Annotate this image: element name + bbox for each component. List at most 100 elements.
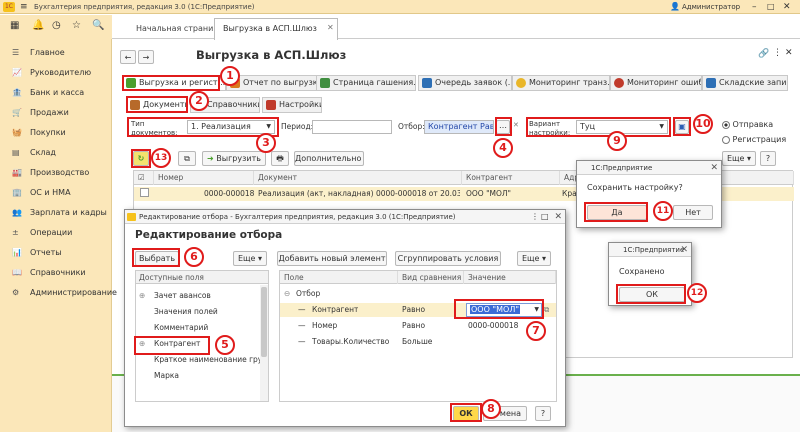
menu-icon[interactable]: ≡	[20, 0, 28, 14]
row-number: 0000-000018	[204, 189, 254, 198]
history-icon[interactable]: ◷	[52, 20, 61, 31]
right-more-button[interactable]: Еще ▾	[517, 251, 551, 266]
sidebar-item-sales[interactable]: 🛒 Продажи	[0, 103, 112, 123]
close-icon[interactable]: ✕	[680, 243, 688, 257]
checkbox-checked-icon[interactable]: —	[298, 303, 306, 317]
field-item-comment[interactable]: Комментарий	[136, 320, 208, 335]
open-icon[interactable]: ⧉	[544, 303, 549, 317]
page-title: Выгрузка в АСП.Шлюз	[196, 48, 347, 62]
radio-reg[interactable]: Регистрация	[722, 135, 786, 144]
row-checkbox[interactable]	[140, 188, 149, 197]
user-name[interactable]: Администратор	[682, 0, 740, 14]
radio-send[interactable]: Отправка	[722, 120, 773, 129]
error-icon	[614, 78, 624, 88]
col-field: Поле	[280, 271, 398, 284]
marker-2: 2	[189, 91, 209, 111]
header-check: ☑	[134, 171, 154, 185]
quick-toolbar: ▦ 🔔 ◷ ☆ 🔍	[0, 15, 112, 39]
factory-icon: 🏭	[12, 168, 22, 177]
subtab-queue[interactable]: Очередь заявок (...	[418, 75, 512, 91]
add-element-button[interactable]: Добавить новый элемент	[277, 251, 387, 266]
annotation-box-8	[450, 403, 482, 422]
innertab-settings[interactable]: Настройки	[262, 97, 322, 113]
sidebar-item-assets[interactable]: 🏢 ОС и НМА	[0, 183, 112, 203]
copy-button[interactable]: ⧉	[178, 151, 196, 166]
period-input[interactable]	[312, 120, 392, 134]
checkbox-checked-icon[interactable]: —	[298, 319, 306, 333]
sidebar-item-references[interactable]: 📖 Справочники	[0, 263, 112, 283]
sidebar-item-operations[interactable]: ± Операции	[0, 223, 112, 243]
link-icon[interactable]: 🔗	[758, 49, 769, 59]
sidebar-item-bank[interactable]: 🏦 Банк и касса	[0, 83, 112, 103]
close-icon[interactable]: ✕	[710, 161, 718, 175]
sidebar-item-purchases[interactable]: 🧺 Покупки	[0, 123, 112, 143]
condition-row[interactable]: — Номер Равно 0000-000018	[280, 319, 556, 333]
apps-icon[interactable]: ▦	[10, 20, 19, 31]
condition-group-label: Отбор	[296, 289, 321, 298]
condition-row[interactable]: — Товары.Количество Больше	[280, 335, 556, 349]
sidebar-item-warehouse[interactable]: ▤ Склад	[0, 143, 112, 163]
scrollbar[interactable]	[260, 285, 268, 401]
sidebar-item-main[interactable]: ☰ Главное	[0, 43, 112, 63]
sidebar-item-admin[interactable]: ⚙ Администрирование	[0, 283, 117, 303]
star-icon[interactable]: ☆	[72, 20, 81, 31]
window-close-icon[interactable]: ✕	[783, 0, 791, 14]
arrow-right-icon: →	[142, 53, 150, 62]
window-maximize-icon[interactable]: □	[767, 0, 775, 14]
search-icon[interactable]: 🔍	[92, 20, 104, 31]
header-document: Документ	[254, 171, 462, 185]
marker-9: 9	[607, 131, 627, 151]
subtab-payoff[interactable]: Страница гашения...	[316, 75, 416, 91]
field-item-advances[interactable]: ⊕ Зачет авансов	[136, 288, 211, 303]
subtab-monitoring-err[interactable]: Мониторинг ошибок	[610, 75, 702, 91]
filter-dialog-title: Редактирование отбора - Бухгалтерия пред…	[125, 210, 565, 224]
subtab-warehouse[interactable]: Складские записи	[702, 75, 788, 91]
save-no-button[interactable]: Нет	[673, 205, 713, 220]
window-minimize-icon[interactable]: –	[752, 0, 757, 14]
more-vertical-icon[interactable]: ⋮	[773, 48, 782, 58]
sidebar-item-production[interactable]: 🏭 Производство	[0, 163, 112, 183]
checkbox-checked-icon[interactable]: —	[298, 335, 306, 349]
field-item-brand[interactable]: Марка	[136, 368, 179, 383]
annotation-box-6	[132, 248, 180, 267]
sidebar-item-salary[interactable]: 👥 Зарплата и кадры	[0, 203, 112, 223]
subtab-monitoring-tx[interactable]: Мониторинг транз...	[512, 75, 610, 91]
back-button[interactable]: ←	[120, 50, 136, 64]
main-more-button[interactable]: Еще ▾	[722, 151, 756, 166]
marker-7: 7	[526, 321, 546, 341]
warehouse-icon: ▤	[12, 148, 20, 157]
operations-icon: ±	[12, 228, 19, 237]
marker-8: 8	[481, 399, 501, 419]
selection-input[interactable]: Контрагент Равно	[424, 120, 494, 134]
condition-value: 0000-000018	[468, 321, 519, 330]
more-actions-button[interactable]: Дополнительно ▾	[294, 151, 364, 166]
app-logo-icon: 1С	[3, 2, 15, 12]
subtab-report[interactable]: Отчет по выгрузке...	[226, 75, 330, 91]
collapse-icon[interactable]: ⊖	[284, 287, 290, 301]
maximize-icon[interactable]: □	[541, 210, 549, 224]
clear-icon[interactable]: ✕	[513, 121, 519, 129]
bank-icon: 🏦	[12, 88, 22, 97]
print-button[interactable]: 🖶	[271, 151, 289, 166]
close-icon[interactable]: ✕	[327, 23, 334, 32]
sidebar-item-reports[interactable]: 📊 Отчеты	[0, 243, 112, 263]
close-page-icon[interactable]: ✕	[785, 48, 793, 58]
filter-help-button[interactable]: ?	[535, 406, 551, 421]
annotation-box-13	[131, 149, 151, 168]
close-icon[interactable]: ✕	[554, 210, 562, 224]
tab-active-upload[interactable]: Выгрузка в АСП.Шлюз ✕	[214, 18, 338, 40]
group-conditions-button[interactable]: Сгруппировать условия	[395, 251, 501, 266]
bell-icon[interactable]: 🔔	[32, 20, 44, 31]
help-button[interactable]: ?	[760, 151, 776, 166]
sidebar-item-manager[interactable]: 📈 Руководителю	[0, 63, 112, 83]
left-more-button[interactable]: Еще ▾	[233, 251, 267, 266]
header-counterparty: Контрагент	[462, 171, 560, 185]
more-vertical-icon[interactable]: ⋮	[531, 210, 539, 224]
period-label: Период:	[281, 122, 314, 131]
field-item-values[interactable]: Значения полей	[136, 304, 218, 319]
building-icon: 🏢	[12, 188, 22, 197]
forward-button[interactable]: →	[138, 50, 154, 64]
checkbox-icon: ☑	[138, 173, 145, 182]
saved-dialog-title: 1С:Предприятие	[609, 243, 691, 257]
upload-button[interactable]: ➜ Выгрузить	[202, 151, 266, 166]
